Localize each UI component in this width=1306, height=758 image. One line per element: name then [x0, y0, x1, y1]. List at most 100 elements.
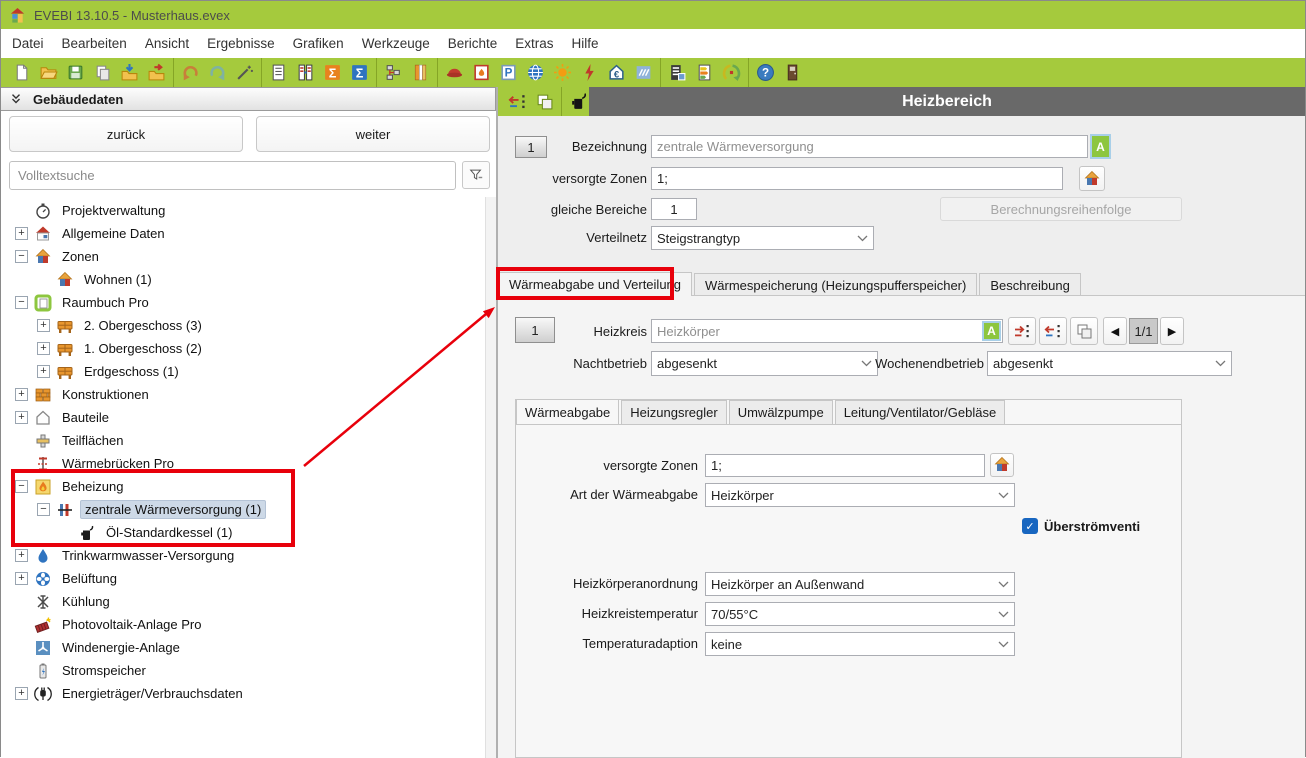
- menu-item-bearbeiten[interactable]: Bearbeiten: [53, 36, 136, 51]
- tree-expander-plus[interactable]: +: [15, 687, 28, 700]
- toolbar-fire-frame-button[interactable]: [468, 60, 495, 85]
- toolbar-save-button[interactable]: [62, 60, 89, 85]
- tree-item-bauteile[interactable]: +Bauteile: [1, 406, 484, 429]
- tree-item-belüftung[interactable]: +Belüftung: [1, 567, 484, 590]
- menu-item-ansicht[interactable]: Ansicht: [136, 36, 198, 51]
- prev-heizkreis-button[interactable]: ◀: [1103, 317, 1127, 345]
- toolbar-wizard-button[interactable]: [231, 60, 258, 85]
- berechnungsreihenfolge-button[interactable]: Berechnungsreihenfolge: [940, 197, 1182, 221]
- toolbar-boiler-dark-button[interactable]: [565, 89, 592, 114]
- tree-item-trinkwarmwasser-versorgung[interactable]: +Trinkwarmwasser-Versorgung: [1, 544, 484, 567]
- toolbar-copy-button[interactable]: [89, 60, 116, 85]
- toolbar-kfw-button[interactable]: [630, 60, 657, 85]
- tree-item-wohnen-1[interactable]: Wohnen (1): [1, 268, 484, 291]
- menu-item-grafiken[interactable]: Grafiken: [284, 36, 353, 51]
- copy-heizkreis-button[interactable]: [1070, 317, 1098, 345]
- next-heizkreis-button[interactable]: ▶: [1160, 317, 1184, 345]
- chevron-double-down-icon[interactable]: [9, 92, 23, 106]
- heizkreis-auto-name-button[interactable]: A: [982, 321, 1001, 341]
- toolbar-door-button[interactable]: [779, 60, 806, 85]
- tree-item-kühlung[interactable]: Kühlung: [1, 590, 484, 613]
- tree-item-beheizung[interactable]: −Beheizung: [1, 475, 484, 498]
- toolbar-energy-label-button[interactable]: [691, 60, 718, 85]
- tree-item-2-obergeschoss-3[interactable]: +2. Obergeschoss (3): [1, 314, 484, 337]
- tree-expander-minus[interactable]: −: [15, 480, 28, 493]
- tree-item-allgemeine-daten[interactable]: +Allgemeine Daten: [1, 222, 484, 245]
- add-heizkreis-button[interactable]: [1008, 317, 1036, 345]
- bezeichnung-input[interactable]: [651, 135, 1088, 158]
- toolbar-folder-import-button[interactable]: [116, 60, 143, 85]
- wochenendbetrieb-select[interactable]: abgesenkt: [987, 351, 1232, 376]
- tree-expander-plus[interactable]: +: [15, 388, 28, 401]
- tab-wärmeabgabe-und-verteilung[interactable]: Wärmeabgabe und Verteilung: [498, 272, 692, 296]
- menu-item-hilfe[interactable]: Hilfe: [563, 36, 608, 51]
- toolbar-sun-button[interactable]: [549, 60, 576, 85]
- menu-item-datei[interactable]: Datei: [3, 36, 53, 51]
- toolbar-area-copy-button[interactable]: [531, 89, 558, 114]
- tab-wärmespeicherung-heizungspufferspeicher[interactable]: Wärmespeicherung (Heizungspufferspeicher…: [694, 273, 977, 296]
- nachtbetrieb-select[interactable]: abgesenkt: [651, 351, 878, 376]
- tree-expander-minus[interactable]: −: [37, 503, 50, 516]
- toolbar-building-report-button[interactable]: [664, 60, 691, 85]
- tree-expander-plus[interactable]: +: [15, 411, 28, 424]
- menu-item-berichte[interactable]: Berichte: [439, 36, 507, 51]
- tree-expander-minus[interactable]: −: [15, 296, 28, 309]
- subtab-umwälzpumpe[interactable]: Umwälzpumpe: [729, 400, 833, 424]
- tree-item-stromspeicher[interactable]: Stromspeicher: [1, 659, 484, 682]
- tree-item-zonen[interactable]: −Zonen: [1, 245, 484, 268]
- gb-zone-picker-button[interactable]: [990, 453, 1014, 477]
- tree-expander-plus[interactable]: +: [15, 572, 28, 585]
- toolbar-lightning-button[interactable]: [576, 60, 603, 85]
- heizkreistemperatur-select[interactable]: 70/55°C: [705, 602, 1015, 626]
- fulltext-search-input[interactable]: [9, 161, 456, 190]
- menu-item-werkzeuge[interactable]: Werkzeuge: [353, 36, 439, 51]
- toolbar-help-button[interactable]: ?: [752, 60, 779, 85]
- toolbar-folder-export-button[interactable]: [143, 60, 170, 85]
- tree-item-energieträger-verbrauchsdaten[interactable]: +Energieträger/Verbrauchsdaten: [1, 682, 484, 705]
- versorgte-zonen-input[interactable]: [651, 167, 1063, 190]
- tree-item-projektverwaltung[interactable]: Projektverwaltung: [1, 199, 484, 222]
- tree-item-konstruktionen[interactable]: +Konstruktionen: [1, 383, 484, 406]
- tree-expander-minus[interactable]: −: [15, 250, 28, 263]
- menu-item-ergebnisse[interactable]: Ergebnisse: [198, 36, 284, 51]
- toolbar-data-columns-button[interactable]: [292, 60, 319, 85]
- zone-picker-button[interactable]: [1079, 166, 1105, 191]
- toolbar-house-euro-button[interactable]: €: [603, 60, 630, 85]
- tree-item-erdgeschoss-1[interactable]: +Erdgeschoss (1): [1, 360, 484, 383]
- ueberstroemventil-checkbox[interactable]: ✓: [1022, 518, 1038, 534]
- subtab-leitung-ventilator-gebläse[interactable]: Leitung/Ventilator/Gebläse: [835, 400, 1006, 424]
- tree-item-zentrale-wärmeversorgung-1[interactable]: −zentrale Wärmeversorgung (1): [1, 498, 484, 521]
- tree-item-öl-standardkessel-1[interactable]: Öl-Standardkessel (1): [1, 521, 484, 544]
- toolbar-house-arrow-button[interactable]: [718, 60, 745, 85]
- tree-item-wärmebrücken-pro[interactable]: Wärmebrücken Pro: [1, 452, 484, 475]
- tree-item-1-obergeschoss-2[interactable]: +1. Obergeschoss (2): [1, 337, 484, 360]
- toolbar-area-remove-button[interactable]: [504, 89, 531, 114]
- toolbar-redo-button[interactable]: [204, 60, 231, 85]
- toolbar-globe-button[interactable]: [522, 60, 549, 85]
- tree-expander-plus[interactable]: +: [15, 227, 28, 240]
- toolbar-file-new-button[interactable]: [8, 60, 35, 85]
- tree-item-photovoltaik-anlage-pro[interactable]: Photovoltaik-Anlage Pro: [1, 613, 484, 636]
- toolbar-undo-button[interactable]: [177, 60, 204, 85]
- tab-beschreibung[interactable]: Beschreibung: [979, 273, 1081, 296]
- tree-expander-plus[interactable]: +: [37, 365, 50, 378]
- tree-expander-plus[interactable]: +: [15, 549, 28, 562]
- toolbar-p-frame-button[interactable]: P: [495, 60, 522, 85]
- menu-item-extras[interactable]: Extras: [506, 36, 562, 51]
- toolbar-report-doc-button[interactable]: [265, 60, 292, 85]
- bereich-index-badge[interactable]: 1: [515, 136, 547, 158]
- tree-expander-plus[interactable]: +: [37, 319, 50, 332]
- gb-versorgte-zonen-input[interactable]: [705, 454, 985, 477]
- toolbar-red-cap-button[interactable]: [441, 60, 468, 85]
- verteilnetz-select[interactable]: Steigstrangtyp: [651, 226, 874, 250]
- subtab-wärmeabgabe[interactable]: Wärmeabgabe: [516, 399, 619, 424]
- next-button[interactable]: weiter: [256, 116, 490, 152]
- art-waermeabgabe-select[interactable]: Heizkörper: [705, 483, 1015, 507]
- subtab-heizungsregler[interactable]: Heizungsregler: [621, 400, 726, 424]
- toolbar-flowchart-button[interactable]: [380, 60, 407, 85]
- toolbar-sigma-orange-button[interactable]: Σ: [319, 60, 346, 85]
- remove-heizkreis-button[interactable]: [1039, 317, 1067, 345]
- heizkreis-index-badge[interactable]: 1: [515, 317, 555, 343]
- filter-button[interactable]: [462, 161, 490, 189]
- sidebar-scrollbar[interactable]: [485, 197, 496, 758]
